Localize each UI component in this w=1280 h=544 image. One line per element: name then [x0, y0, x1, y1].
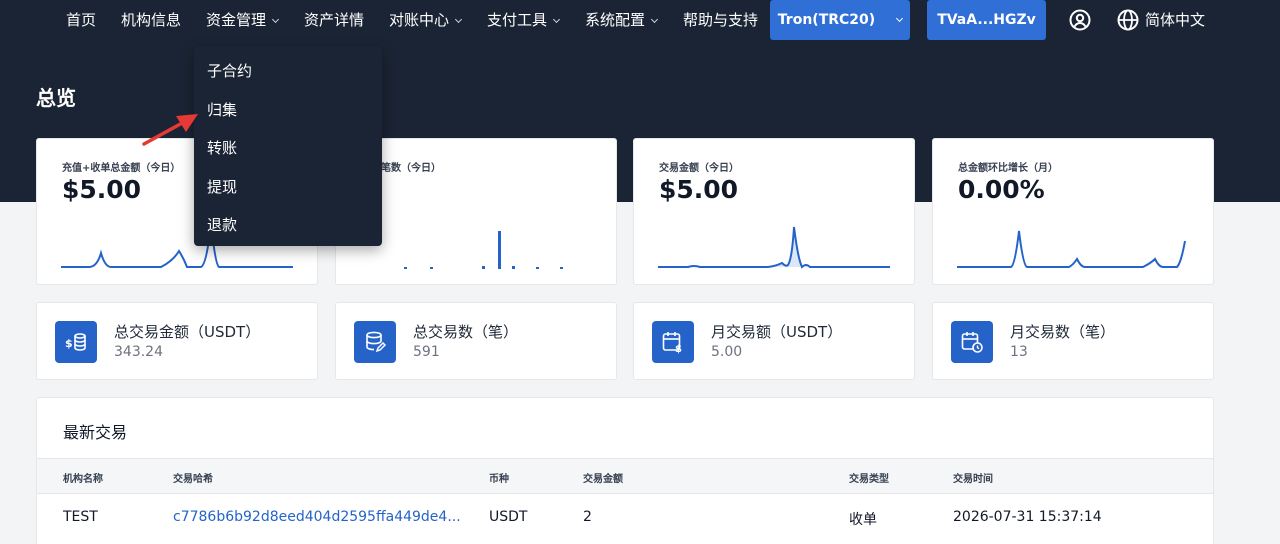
top-navigation: 首页 机构信息 资金管理 资产详情 对账中心 支付工具 系统配置 帮助与支持 T… — [0, 0, 1280, 48]
kpi-label: 总金额环比增长（月） — [958, 163, 1058, 174]
column-header-type: 交易类型 — [849, 474, 889, 485]
page-title: 总览 — [36, 86, 76, 110]
cell-time: 2026-07-31 15:37:14 — [953, 509, 1102, 525]
bar-sparkline-chart — [404, 231, 563, 269]
coin-stack-dollar-icon: $ — [55, 321, 97, 363]
latest-transactions-card: 最新交易 机构名称 交易哈希 币种 交易金额 交易类型 交易时间 TEST c7… — [36, 397, 1214, 544]
nav-item-org-info[interactable]: 机构信息 — [121, 0, 181, 40]
column-header-time: 交易时间 — [953, 474, 993, 485]
svg-text:$: $ — [65, 337, 73, 350]
chevron-down-icon — [552, 15, 561, 24]
svg-text:$: $ — [675, 344, 682, 354]
chevron-down-icon — [650, 15, 659, 24]
nav-item-help-support[interactable]: 帮助与支持 — [683, 0, 758, 40]
red-arrow-icon — [142, 114, 198, 146]
stat-card-monthly-amount: $ 月交易额（USDT） 5.00 — [633, 302, 915, 380]
table-title: 最新交易 — [63, 423, 128, 442]
globe-icon[interactable] — [1116, 8, 1140, 32]
kpi-label: 交易金额（今日） — [659, 163, 739, 174]
nav-item-payment-tools[interactable]: 支付工具 — [487, 0, 561, 40]
kpi-label: 充值+收单总金额（今日） — [62, 163, 181, 174]
nav-item-home[interactable]: 首页 — [66, 0, 96, 40]
language-select[interactable]: 简体中文 — [1145, 0, 1205, 40]
kpi-card-transaction-amount-today: 交易金额（今日） $5.00 — [633, 138, 915, 285]
cell-currency: USDT — [489, 509, 528, 525]
nav-item-reconciliation[interactable]: 对账中心 — [389, 0, 463, 40]
calendar-clock-icon — [951, 321, 993, 363]
sparkline-chart — [957, 230, 1186, 268]
fund-management-dropdown: 子合约 归集 转账 提现 退款 — [194, 46, 382, 246]
calendar-dollar-icon: $ — [652, 321, 694, 363]
cell-type: 收单 — [849, 512, 877, 528]
column-header-amount: 交易金额 — [583, 474, 623, 485]
kpi-value: $5.00 — [62, 175, 142, 204]
cell-hash-link[interactable]: c7786b6b92d8eed404d2595ffa449de4... — [173, 509, 461, 525]
user-circle-icon[interactable] — [1068, 8, 1092, 32]
menu-item-collection[interactable]: 归集 — [207, 99, 237, 120]
stat-label: 总交易数（笔） — [413, 323, 519, 341]
stat-card-total-count: 总交易数（笔） 591 — [335, 302, 617, 380]
nav-item-system-config[interactable]: 系统配置 — [585, 0, 659, 40]
menu-item-transfer[interactable]: 转账 — [207, 137, 237, 158]
chevron-down-icon — [271, 15, 280, 24]
nav-item-asset-details[interactable]: 资产详情 — [304, 0, 364, 40]
menu-item-sub-contract[interactable]: 子合约 — [207, 60, 252, 81]
column-header-hash: 交易哈希 — [173, 474, 213, 485]
stat-value: 5.00 — [711, 344, 743, 360]
stat-label: 月交易额（USDT） — [711, 323, 843, 341]
cell-org: TEST — [63, 509, 98, 525]
stat-label: 总交易金额（USDT） — [114, 323, 261, 341]
table-header: 机构名称 交易哈希 币种 交易金额 交易类型 交易时间 — [37, 458, 1213, 494]
kpi-value: 0.00% — [958, 175, 1045, 204]
network-select-button[interactable]: Tron(TRC20) — [770, 0, 910, 40]
cell-amount: 2 — [583, 509, 592, 525]
column-header-currency: 币种 — [489, 474, 509, 485]
kpi-card-monthly-growth: 总金额环比增长（月） 0.00% — [932, 138, 1214, 285]
chevron-down-icon — [454, 15, 463, 24]
sparkline-chart — [658, 226, 890, 269]
menu-item-refund[interactable]: 退款 — [207, 214, 237, 235]
stat-label: 月交易数（笔） — [1010, 323, 1116, 341]
wallet-address-button[interactable]: TVaA...HGZv — [927, 0, 1046, 40]
menu-item-withdraw[interactable]: 提现 — [207, 176, 237, 197]
chevron-down-icon — [896, 14, 904, 23]
kpi-value: $5.00 — [659, 175, 739, 204]
stat-value: 591 — [413, 344, 440, 360]
column-header-org: 机构名称 — [63, 474, 103, 485]
database-edit-icon — [354, 321, 396, 363]
stat-card-monthly-count: 月交易数（笔） 13 — [932, 302, 1214, 380]
stat-card-total-amount: $ 总交易金额（USDT） 343.24 — [36, 302, 318, 380]
stat-value: 343.24 — [114, 344, 163, 360]
nav-item-fund-management[interactable]: 资金管理 — [206, 0, 280, 40]
stat-value: 13 — [1010, 344, 1028, 360]
